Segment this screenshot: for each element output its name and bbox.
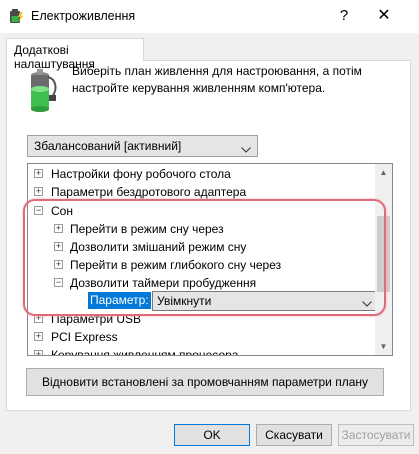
expand-icon[interactable]: + xyxy=(34,350,43,355)
battery-icon xyxy=(31,69,57,112)
title-bar: Електроживлення ? ✕ xyxy=(0,0,419,33)
ok-button[interactable]: OK xyxy=(174,424,250,446)
expand-icon[interactable]: + xyxy=(34,332,43,341)
power-plan-value: Збалансований [активний] xyxy=(34,139,182,153)
scroll-down-icon[interactable]: ▼ xyxy=(375,338,392,355)
tab-advanced-settings[interactable]: Додаткові налаштування xyxy=(6,38,144,71)
tree-item-label: Настройки фону робочого стола xyxy=(51,167,231,181)
help-button[interactable]: ? xyxy=(332,5,356,27)
scroll-up-icon[interactable]: ▲ xyxy=(375,164,392,181)
chevron-down-icon xyxy=(241,142,251,156)
power-plan-dropdown[interactable]: Збалансований [активний] xyxy=(27,135,258,157)
tree-item-label: Керування живленням процесора xyxy=(51,348,239,356)
expand-icon[interactable]: + xyxy=(34,169,43,178)
window-title: Електроживлення xyxy=(31,9,136,23)
tree-item-label: PCI Express xyxy=(51,330,118,344)
close-button[interactable]: ✕ xyxy=(367,5,401,27)
power-options-icon xyxy=(10,9,23,23)
restore-defaults-button[interactable]: Відновити встановлені за промовчанням па… xyxy=(26,368,384,396)
description-text: Виберіть план живлення для настроювання,… xyxy=(72,64,362,95)
apply-button[interactable]: Застосувати xyxy=(338,424,414,446)
highlight-outline xyxy=(23,199,386,316)
expand-icon[interactable]: + xyxy=(34,187,43,196)
cancel-button[interactable]: Скасувати xyxy=(256,424,332,446)
tree-item-label: Параметри бездротового адаптера xyxy=(51,185,247,199)
